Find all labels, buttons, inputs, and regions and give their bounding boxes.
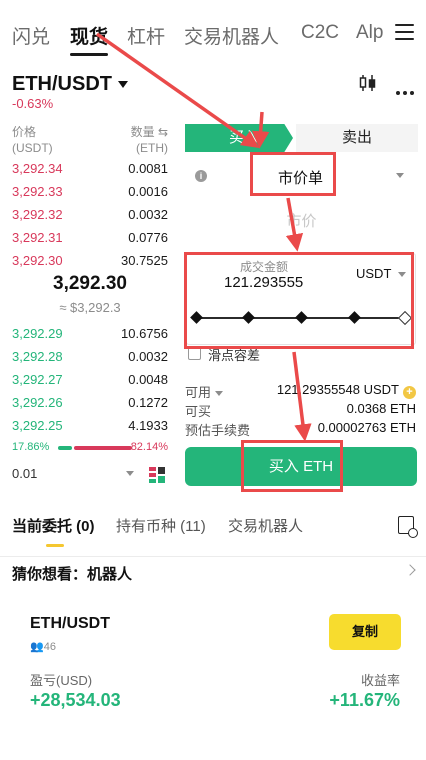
tab-alpha[interactable]: Alp xyxy=(356,22,386,44)
fee-label: 预估手续费 xyxy=(185,423,251,438)
pair-selector[interactable]: ETH/USDT xyxy=(12,73,128,96)
caret-down-icon xyxy=(215,391,224,397)
buy-eth-button[interactable]: 买入 ETH xyxy=(185,447,417,486)
sell-tab[interactable]: 卖出 xyxy=(296,124,418,152)
order-type-select[interactable]: 市价单 xyxy=(278,167,323,188)
tab-c2c[interactable]: C2C xyxy=(301,22,339,44)
market-price-field: 市价 xyxy=(286,213,317,230)
amount-label: 成交金额 xyxy=(240,260,289,274)
available-value: 121.29355548 USDT + xyxy=(277,382,416,399)
ask-row[interactable]: 3,292.30 30.7525 xyxy=(12,250,168,272)
fee-value: 0.00002763 ETH xyxy=(317,420,416,435)
caret-down-icon[interactable] xyxy=(398,272,406,277)
buy-ratio-bar xyxy=(58,446,72,450)
tab-margin[interactable]: 杠杆 xyxy=(127,22,165,49)
bid-row[interactable]: 3,292.27 0.0048 xyxy=(12,369,168,391)
caret-down-icon xyxy=(126,471,134,476)
tab-trading-bot[interactable]: 交易机器人 xyxy=(184,22,279,49)
ask-row[interactable]: 3,292.32 0.0032 xyxy=(12,204,168,226)
last-price-usd: ≈ $3,292.3 xyxy=(59,300,121,315)
orderbook-qty-header[interactable]: 数量 ⇆ (ETH) xyxy=(131,124,168,156)
tab-spot[interactable]: 现货 xyxy=(70,22,109,56)
bot-pair: ETH/USDT xyxy=(30,615,110,632)
divider xyxy=(0,556,426,557)
bot-users: 👥46 xyxy=(30,641,56,653)
bid-row[interactable]: 3,292.25 4.1933 xyxy=(12,415,168,437)
ask-row[interactable]: 3,292.34 0.0081 xyxy=(12,158,168,180)
ask-row[interactable]: 3,292.31 0.0776 xyxy=(12,227,168,249)
yield-label: 收益率 xyxy=(360,673,400,688)
tab-bots[interactable]: 交易机器人 xyxy=(228,515,303,536)
yield-value: +11.67% xyxy=(329,690,400,710)
tab-holdings[interactable]: 持有币种 (11) xyxy=(116,515,206,536)
active-tab-indicator xyxy=(46,544,64,547)
add-funds-icon[interactable]: + xyxy=(403,386,416,399)
sell-ratio-bar xyxy=(74,446,132,450)
orderbook-layout-icon[interactable] xyxy=(148,466,166,484)
recommend-title[interactable]: 猜你想看：机器人 xyxy=(12,563,132,584)
menu-icon[interactable] xyxy=(395,24,414,40)
buy-sell-ratio: 17.86% 82.14% xyxy=(12,441,168,455)
ask-row[interactable]: 3,292.33 0.0016 xyxy=(12,181,168,203)
more-icon[interactable] xyxy=(396,82,417,100)
buy-ratio: 17.86% xyxy=(12,441,50,453)
amount-unit-select[interactable]: USDT xyxy=(356,266,391,281)
sell-ratio: 82.14% xyxy=(130,441,168,453)
tab-open-orders[interactable]: 当前委托 (0) xyxy=(12,515,95,536)
precision-select[interactable]: 0.01 xyxy=(12,466,134,486)
users-icon: 👥 xyxy=(30,641,44,653)
amount-input[interactable]: 121.293555 xyxy=(224,274,303,291)
order-history-icon[interactable] xyxy=(398,516,418,538)
info-icon[interactable]: i xyxy=(195,170,207,182)
slippage-label: 滑点容差 xyxy=(208,348,261,363)
can-buy-label: 可买 xyxy=(185,404,212,419)
bid-row[interactable]: 3,292.28 0.0032 xyxy=(12,346,168,368)
pnl-value: +28,534.03 xyxy=(30,690,121,710)
tab-swap[interactable]: 闪兑 xyxy=(12,22,50,49)
slippage-checkbox[interactable] xyxy=(188,347,201,360)
bid-row[interactable]: 3,292.26 0.1272 xyxy=(12,392,168,414)
caret-down-icon xyxy=(118,81,128,89)
chevron-right-icon[interactable] xyxy=(404,564,416,576)
pnl-label: 盈亏(USD) xyxy=(30,673,93,688)
price-change: -0.63% xyxy=(12,96,54,111)
copy-bot-button[interactable]: 复制 xyxy=(329,614,401,650)
pair-name: ETH/USDT xyxy=(12,73,112,95)
caret-down-icon[interactable] xyxy=(396,173,404,178)
last-price: 3,292.30 xyxy=(53,273,127,294)
bid-row[interactable]: 3,292.29 10.6756 xyxy=(12,323,168,345)
available-label[interactable]: 可用 xyxy=(185,382,224,401)
can-buy-value: 0.0368 ETH xyxy=(346,401,416,416)
candlestick-icon[interactable] xyxy=(359,74,377,92)
buy-tab[interactable]: 买入 xyxy=(185,124,293,152)
orderbook-price-header: 价格 (USDT) xyxy=(12,125,53,155)
top-tab-bar: 闪兑 现货 杠杆 交易机器人 C2C Alp xyxy=(0,0,426,68)
